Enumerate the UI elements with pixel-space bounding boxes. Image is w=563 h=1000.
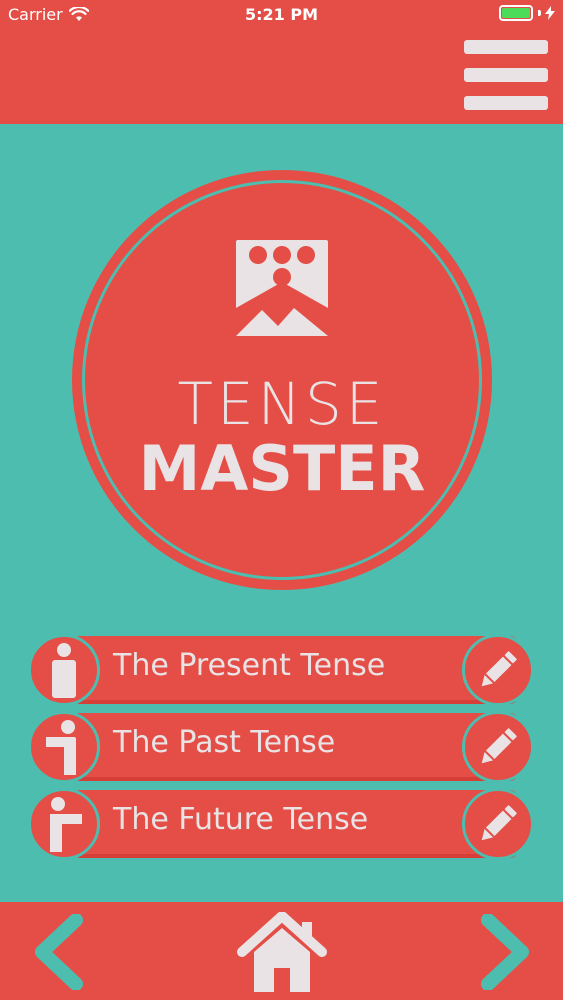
future-tense-figure-icon bbox=[28, 788, 100, 860]
present-tense-figure-icon bbox=[28, 634, 100, 706]
home-icon[interactable] bbox=[236, 911, 328, 995]
chevron-right-icon[interactable] bbox=[478, 913, 534, 993]
tense-item-past[interactable]: The Past Tense bbox=[28, 711, 538, 783]
logo: TENSE MASTER bbox=[72, 170, 492, 590]
tense-item-future[interactable]: The Future Tense bbox=[28, 788, 538, 860]
hamburger-menu-icon[interactable] bbox=[464, 40, 550, 112]
charging-bolt-icon bbox=[545, 6, 555, 20]
chevron-left-icon[interactable] bbox=[30, 913, 86, 993]
logo-title-line2: MASTER bbox=[138, 432, 426, 505]
pencil-icon[interactable] bbox=[462, 634, 534, 706]
status-bar: Carrier 5:21 PM bbox=[0, 0, 563, 30]
pencil-icon[interactable] bbox=[462, 711, 534, 783]
pencil-icon[interactable] bbox=[462, 788, 534, 860]
bottom-nav-bar bbox=[0, 902, 563, 1000]
tense-item-present[interactable]: The Present Tense bbox=[28, 634, 538, 706]
tense-label: The Future Tense bbox=[113, 802, 369, 837]
battery-icon bbox=[499, 5, 533, 21]
tense-label: The Past Tense bbox=[113, 725, 336, 760]
tense-label: The Present Tense bbox=[113, 648, 386, 683]
past-tense-figure-icon bbox=[28, 711, 100, 783]
tense-master-logo-icon bbox=[236, 240, 328, 336]
logo-title-line1: TENSE bbox=[177, 370, 387, 438]
status-time: 5:21 PM bbox=[244, 5, 318, 24]
top-bar: Carrier 5:21 PM bbox=[0, 0, 563, 124]
